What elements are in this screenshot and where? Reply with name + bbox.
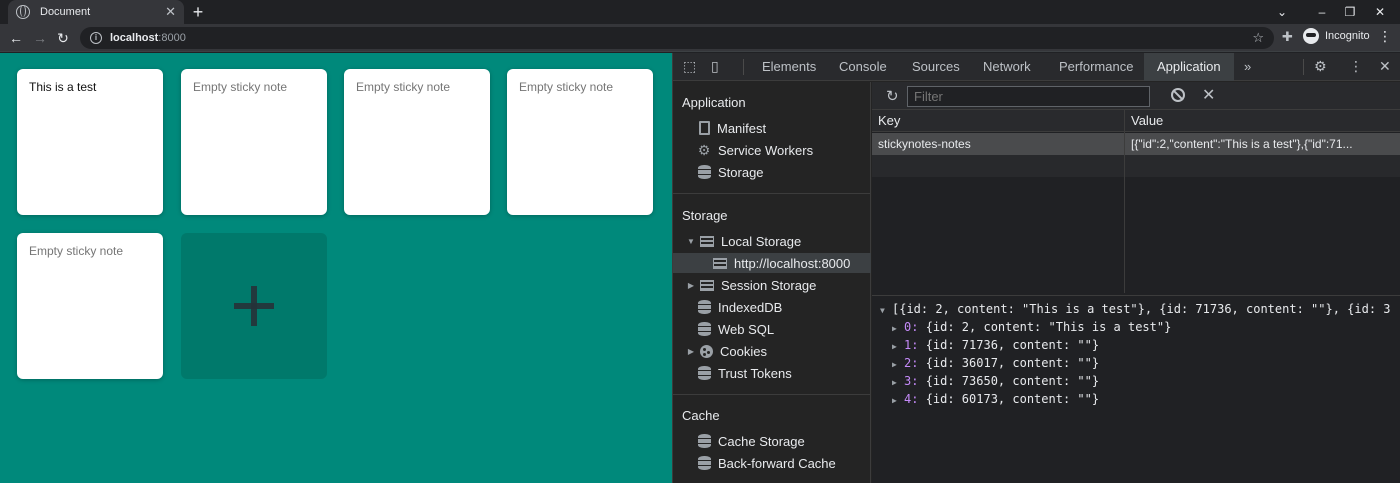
inspect-element-icon[interactable]: ⬚	[683, 58, 696, 75]
preview-item[interactable]: ▶ 1: {id: 71736, content: ""}	[872, 336, 1400, 354]
sidebar-item-web-sql[interactable]: Web SQL	[673, 319, 871, 339]
expand-triangle-icon[interactable]: ▶	[892, 338, 900, 354]
sidebar-item-cache-storage[interactable]: Cache Storage	[673, 431, 871, 451]
sidebar-item-manifest[interactable]: Manifest	[673, 118, 871, 138]
tab-title: Document	[40, 6, 91, 18]
new-tab-button[interactable]: +	[188, 2, 208, 22]
table-icon	[713, 257, 727, 269]
section-header-cache: Cache	[682, 408, 720, 423]
expand-triangle-icon[interactable]: ▶	[892, 374, 900, 390]
sticky-note[interactable]: Empty sticky note	[181, 69, 327, 215]
filter-input[interactable]	[907, 86, 1150, 107]
close-window-button[interactable]: ✕	[1360, 0, 1400, 24]
add-note-button[interactable]	[181, 233, 327, 379]
back-arrow-icon[interactable]: ←	[6, 28, 26, 48]
expand-down-icon[interactable]: ▼	[686, 237, 696, 246]
database-icon	[698, 322, 711, 336]
sticky-notes-page: This is a test Empty sticky note Empty s…	[0, 53, 672, 483]
table-icon	[700, 279, 714, 291]
table-cell-value[interactable]: [{"id":2,"content":"This is a test"},{"i…	[1125, 133, 1400, 155]
sidebar-item-cookies[interactable]: ▶ Cookies	[673, 341, 871, 361]
globe-icon	[16, 5, 30, 19]
tab-sources[interactable]: Sources	[912, 53, 960, 81]
section-header-application: Application	[682, 95, 746, 110]
device-toolbar-icon[interactable]: ▯	[711, 58, 719, 75]
info-icon[interactable]: i	[90, 32, 102, 44]
tab-performance[interactable]: Performance	[1059, 53, 1133, 81]
gear-icon: ⚙	[697, 142, 711, 158]
sidebar-item-session-storage[interactable]: ▶ Session Storage	[673, 275, 871, 295]
table-icon	[700, 235, 714, 247]
devtools-panel: ⬚ ▯ Elements Console Sources Network Per…	[672, 53, 1400, 483]
sticky-note[interactable]: Empty sticky note	[507, 69, 653, 215]
tab-application[interactable]: Application	[1144, 53, 1234, 81]
browser-tab[interactable]: Document ✕	[8, 0, 184, 24]
incognito-icon	[1303, 28, 1319, 44]
browser-toolbar: ← → ↻ i localhost:8000 ☆ ✚ Incognito ⋮	[0, 24, 1400, 52]
expand-triangle-icon[interactable]: ▶	[892, 320, 900, 336]
incognito-label: Incognito	[1325, 30, 1370, 42]
delete-selected-icon[interactable]: ✕	[1202, 85, 1215, 105]
storage-view: ↻ ✕ Key Value stickynotes-notes [{"id":2…	[872, 82, 1400, 483]
tab-close-icon[interactable]: ✕	[165, 4, 176, 20]
column-header-value[interactable]: Value	[1125, 110, 1400, 132]
preview-summary[interactable]: ▼ [{id: 2, content: "This is a test"}, {i…	[872, 300, 1400, 318]
address-bar[interactable]: i localhost:8000 ☆	[80, 27, 1274, 49]
sidebar-item-localhost-origin[interactable]: http://localhost:8000	[673, 253, 871, 273]
column-header-key[interactable]: Key	[872, 110, 1124, 132]
sidebar-item-service-workers[interactable]: ⚙ Service Workers	[673, 140, 871, 160]
sticky-note[interactable]: This is a test	[17, 69, 163, 215]
application-sidebar: Application Manifest ⚙ Service Workers S…	[673, 82, 871, 483]
expand-triangle-icon[interactable]: ▶	[892, 356, 900, 372]
close-devtools-icon[interactable]: ✕	[1379, 58, 1391, 75]
tab-search-icon[interactable]: ⌄	[1262, 0, 1302, 24]
database-icon	[698, 300, 711, 314]
preview-item[interactable]: ▶ 2: {id: 36017, content: ""}	[872, 354, 1400, 372]
empty-table-row	[872, 155, 1400, 177]
expand-right-icon[interactable]: ▶	[686, 347, 696, 356]
url-host: localhost	[110, 32, 159, 44]
sidebar-item-local-storage[interactable]: ▼ Local Storage	[673, 231, 871, 251]
collapse-triangle-icon[interactable]: ▼	[880, 302, 888, 318]
database-icon	[698, 456, 711, 470]
value-preview: ▼ [{id: 2, content: "This is a test"}, {i…	[872, 300, 1400, 408]
devtools-menu-icon[interactable]: ⋮	[1349, 58, 1363, 75]
database-icon	[698, 165, 711, 179]
puzzle-extensions-icon[interactable]: ✚	[1282, 29, 1293, 45]
storage-toolbar: ↻ ✕	[872, 82, 1400, 110]
sticky-note[interactable]: Empty sticky note	[344, 69, 490, 215]
sidebar-item-trust-tokens[interactable]: Trust Tokens	[673, 363, 871, 383]
url-port: :8000	[158, 32, 186, 44]
devtools-tab-bar: ⬚ ▯ Elements Console Sources Network Per…	[673, 53, 1400, 81]
expand-triangle-icon[interactable]: ▶	[892, 392, 900, 408]
preview-item[interactable]: ▶ 4: {id: 60173, content: ""}	[872, 390, 1400, 408]
file-icon	[699, 121, 710, 135]
sidebar-item-back-forward-cache[interactable]: Back-forward Cache	[673, 453, 871, 473]
forward-arrow-icon[interactable]: →	[30, 28, 50, 48]
database-icon	[698, 434, 711, 448]
bookmark-star-icon[interactable]: ☆	[1252, 30, 1264, 46]
refresh-icon[interactable]: ↻	[886, 87, 899, 105]
more-tabs-chevron-icon[interactable]: »	[1244, 53, 1251, 81]
settings-gear-icon[interactable]: ⚙	[1314, 58, 1327, 75]
tab-strip: Document ✕ + ⌄ – ❐ ✕	[0, 0, 1400, 24]
tab-network[interactable]: Network	[983, 53, 1031, 81]
incognito-profile[interactable]: Incognito	[1303, 28, 1370, 44]
reload-icon[interactable]: ↻	[53, 28, 73, 48]
section-header-storage: Storage	[682, 208, 728, 223]
expand-right-icon[interactable]: ▶	[686, 281, 696, 290]
tab-elements[interactable]: Elements	[762, 53, 816, 81]
cookie-icon	[700, 344, 713, 358]
sidebar-item-storage[interactable]: Storage	[673, 162, 871, 182]
sidebar-item-indexeddb[interactable]: IndexedDB	[673, 297, 871, 317]
sticky-note[interactable]: Empty sticky note	[17, 233, 163, 379]
preview-item[interactable]: ▶ 3: {id: 73650, content: ""}	[872, 372, 1400, 390]
tab-console[interactable]: Console	[839, 53, 887, 81]
database-icon	[698, 366, 711, 380]
browser-menu-icon[interactable]: ⋮	[1378, 28, 1392, 45]
clear-all-icon[interactable]	[1171, 88, 1185, 102]
table-cell-key[interactable]: stickynotes-notes	[872, 133, 1124, 155]
preview-item[interactable]: ▶ 0: {id: 2, content: "This is a test"}	[872, 318, 1400, 336]
